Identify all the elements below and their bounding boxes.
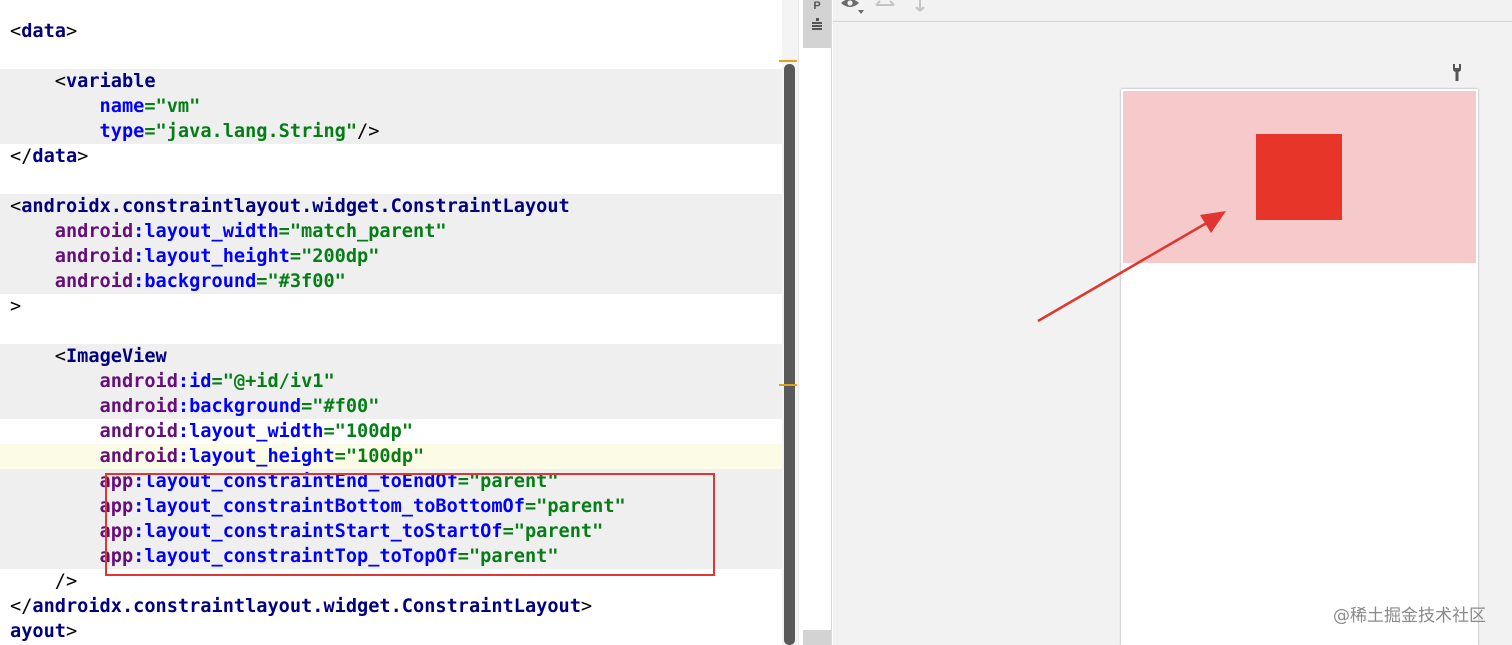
code-token: android: [10, 421, 178, 442]
code-line[interactable]: android:layout_height="100dp": [10, 444, 425, 469]
code-line[interactable]: </data>: [10, 144, 88, 169]
code-token: android: [10, 446, 178, 467]
code-line[interactable]: android:layout_width="100dp": [10, 419, 413, 444]
code-token: <: [10, 71, 66, 92]
editor-scrollbar-thumb[interactable]: [784, 64, 795, 645]
horizontal-resize-icon[interactable]: [874, 0, 896, 12]
design-toolbar: [833, 0, 1512, 22]
code-token: ="100dp": [323, 421, 414, 442]
scrollbar-marker: [779, 60, 797, 62]
code-token: :background: [177, 396, 302, 417]
code-line[interactable]: type="java.lang.String"/>: [10, 119, 380, 144]
code-line[interactable]: <androidx.constraintlayout.widget.Constr…: [10, 194, 570, 219]
code-token: </: [10, 596, 33, 617]
constraint-attributes-highlight: [105, 473, 715, 576]
code-token: />: [10, 571, 78, 592]
annotation-arrow: [1037, 211, 1226, 323]
side-tool-strip: [798, 0, 832, 645]
wrench-icon[interactable]: [1449, 62, 1465, 82]
code-token: :id: [177, 371, 212, 392]
code-token: ="@+id/iv1": [211, 371, 335, 392]
code-line[interactable]: </androidx.constraintlayout.widget.Const…: [10, 594, 592, 619]
code-token: ="200dp": [289, 246, 380, 267]
code-token: :layout_width: [177, 421, 324, 442]
code-token: android: [10, 396, 178, 417]
eye-icon[interactable]: [840, 0, 866, 18]
code-token: type: [10, 121, 145, 142]
code-token: android: [10, 221, 134, 242]
code-line[interactable]: android:id="@+id/iv1": [10, 369, 335, 394]
code-token: variable: [65, 71, 156, 92]
code-line[interactable]: android:layout_height="200dp": [10, 244, 380, 269]
code-token: >: [580, 596, 593, 617]
palette-icon: [812, 18, 822, 30]
code-token: ="vm": [144, 96, 201, 117]
code-token: ="#f00": [301, 396, 380, 417]
code-line[interactable]: <variable: [10, 69, 156, 94]
code-token: androidx.constraintlayout.widget.Constra…: [32, 596, 581, 617]
side-strip-bottom-tab[interactable]: [803, 630, 831, 645]
code-token: >: [77, 146, 89, 167]
code-token: ayout: [10, 621, 66, 642]
code-token: :background: [133, 271, 257, 292]
code-token: ImageView: [65, 346, 167, 367]
code-token: ="#3f00": [256, 271, 346, 292]
vertical-resize-icon[interactable]: [912, 0, 928, 14]
code-line[interactable]: android:background="#3f00": [10, 269, 346, 294]
code-line[interactable]: android:layout_width="match_parent": [10, 219, 447, 244]
code-line[interactable]: >: [10, 294, 21, 319]
code-token: ="100dp": [334, 446, 425, 467]
code-token: data: [32, 146, 78, 167]
code-token: >: [65, 21, 78, 42]
code-line[interactable]: android:background="#f00": [10, 394, 380, 419]
code-token: name: [10, 96, 145, 117]
code-token: </: [10, 146, 33, 167]
code-token: android: [10, 246, 134, 267]
code-token: androidx.constraintlayout.widget.Constra…: [21, 196, 570, 217]
code-token: <: [10, 346, 66, 367]
code-line[interactable]: <ImageView: [10, 344, 167, 369]
code-token: :layout_width: [133, 221, 279, 242]
code-line[interactable]: />: [10, 569, 77, 594]
code-line[interactable]: name="vm": [10, 94, 201, 119]
code-token: android: [10, 271, 134, 292]
code-token: <: [10, 196, 22, 217]
palette-tab-label: P: [813, 0, 821, 12]
code-token: data: [21, 21, 66, 42]
code-token: >: [65, 621, 78, 642]
watermark-text: @稀土掘金技术社区: [1333, 606, 1486, 626]
code-token: ="match_parent": [278, 221, 447, 242]
scrollbar-marker: [779, 384, 797, 386]
code-token: <: [10, 21, 22, 42]
code-token: android: [10, 371, 178, 392]
code-token: />: [357, 121, 380, 142]
code-token: :layout_height: [177, 446, 335, 467]
code-token: :layout_height: [133, 246, 290, 267]
code-line[interactable]: ayout>: [10, 619, 77, 644]
code-line[interactable]: <data>: [10, 19, 77, 44]
code-token: >: [10, 296, 22, 317]
image-view-preview[interactable]: [1256, 134, 1342, 220]
code-token: ="java.lang.String": [144, 121, 358, 142]
